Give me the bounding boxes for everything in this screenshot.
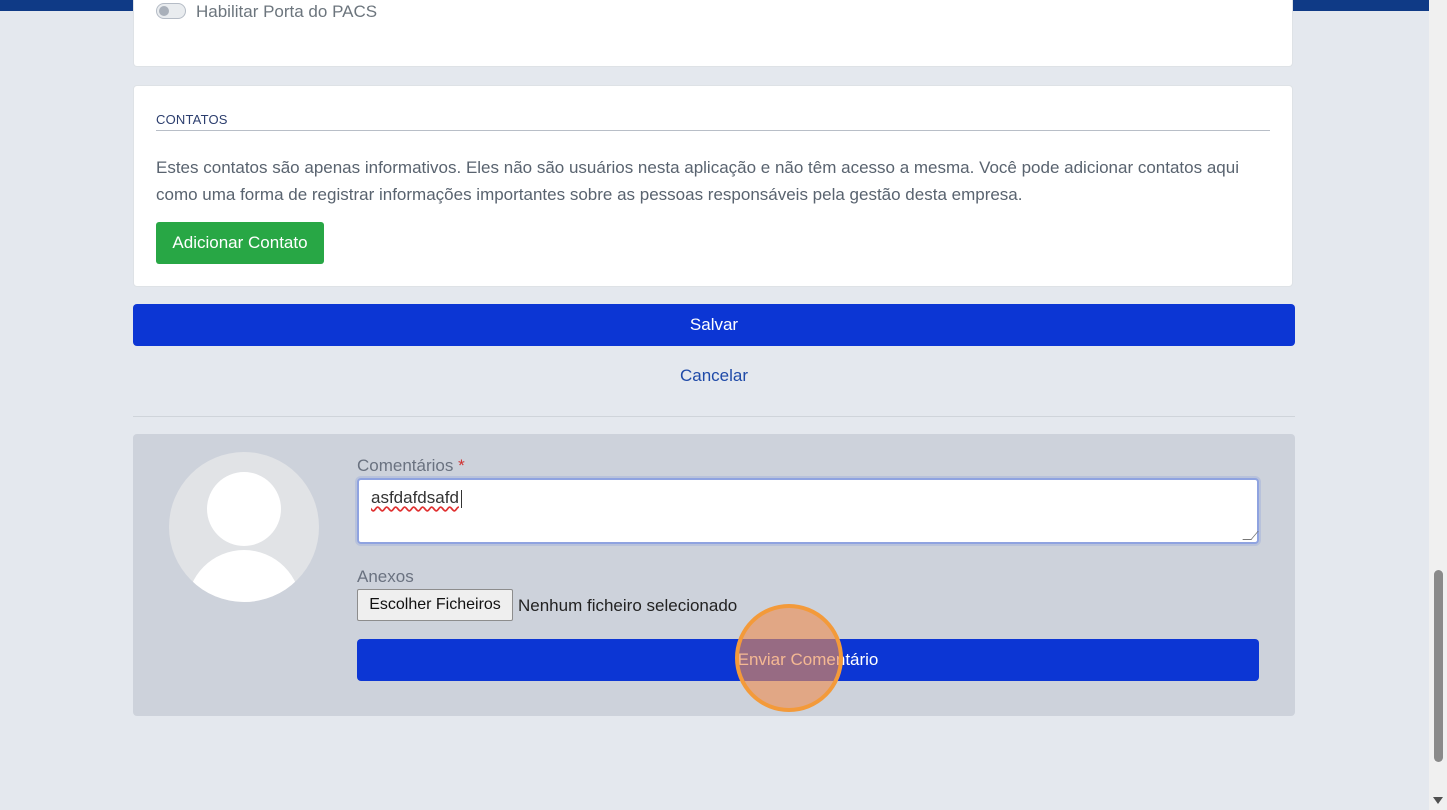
avatar-body bbox=[187, 550, 301, 602]
comments-label: Comentários * bbox=[357, 456, 465, 476]
page-scrollbar[interactable] bbox=[1429, 0, 1447, 810]
scrollbar-thumb[interactable] bbox=[1434, 570, 1443, 762]
attachments-label: Anexos bbox=[357, 567, 414, 586]
scroll-down-arrow-icon[interactable] bbox=[1433, 797, 1443, 804]
pacs-settings-card: Habilitar Porta do PACS bbox=[133, 0, 1293, 67]
comment-textarea[interactable]: asfdafdsafd bbox=[357, 478, 1259, 544]
pacs-port-toggle-label: Habilitar Porta do PACS bbox=[196, 2, 378, 21]
contacts-section-title: CONTATOS bbox=[156, 112, 228, 127]
comments-label-text: Comentários bbox=[357, 456, 454, 475]
cancel-link[interactable]: Cancelar bbox=[133, 366, 1295, 386]
contacts-card: CONTATOS Estes contatos são apenas infor… bbox=[133, 85, 1293, 287]
required-mark: * bbox=[458, 456, 465, 475]
send-comment-button[interactable]: Enviar Comentário bbox=[357, 639, 1259, 681]
textarea-resize-handle[interactable] bbox=[1242, 531, 1259, 540]
comment-panel: Comentários * asfdafdsafd Anexos Escolhe… bbox=[133, 434, 1295, 716]
save-button[interactable]: Salvar bbox=[133, 304, 1295, 346]
add-contact-button[interactable]: Adicionar Contato bbox=[156, 222, 324, 264]
section-divider bbox=[133, 416, 1295, 417]
pacs-port-toggle[interactable] bbox=[156, 3, 186, 19]
contacts-divider bbox=[156, 130, 1270, 131]
user-avatar-icon bbox=[169, 452, 319, 602]
file-status-text: Nenhum ficheiro selecionado bbox=[518, 596, 738, 615]
toggle-knob bbox=[159, 6, 169, 16]
choose-files-button[interactable]: Escolher Ficheiros bbox=[357, 589, 513, 621]
avatar-head bbox=[207, 472, 281, 546]
contacts-description: Estes contatos são apenas informativos. … bbox=[156, 158, 1239, 204]
comment-textarea-value: asfdafdsafd bbox=[371, 488, 459, 507]
text-caret bbox=[461, 490, 462, 508]
